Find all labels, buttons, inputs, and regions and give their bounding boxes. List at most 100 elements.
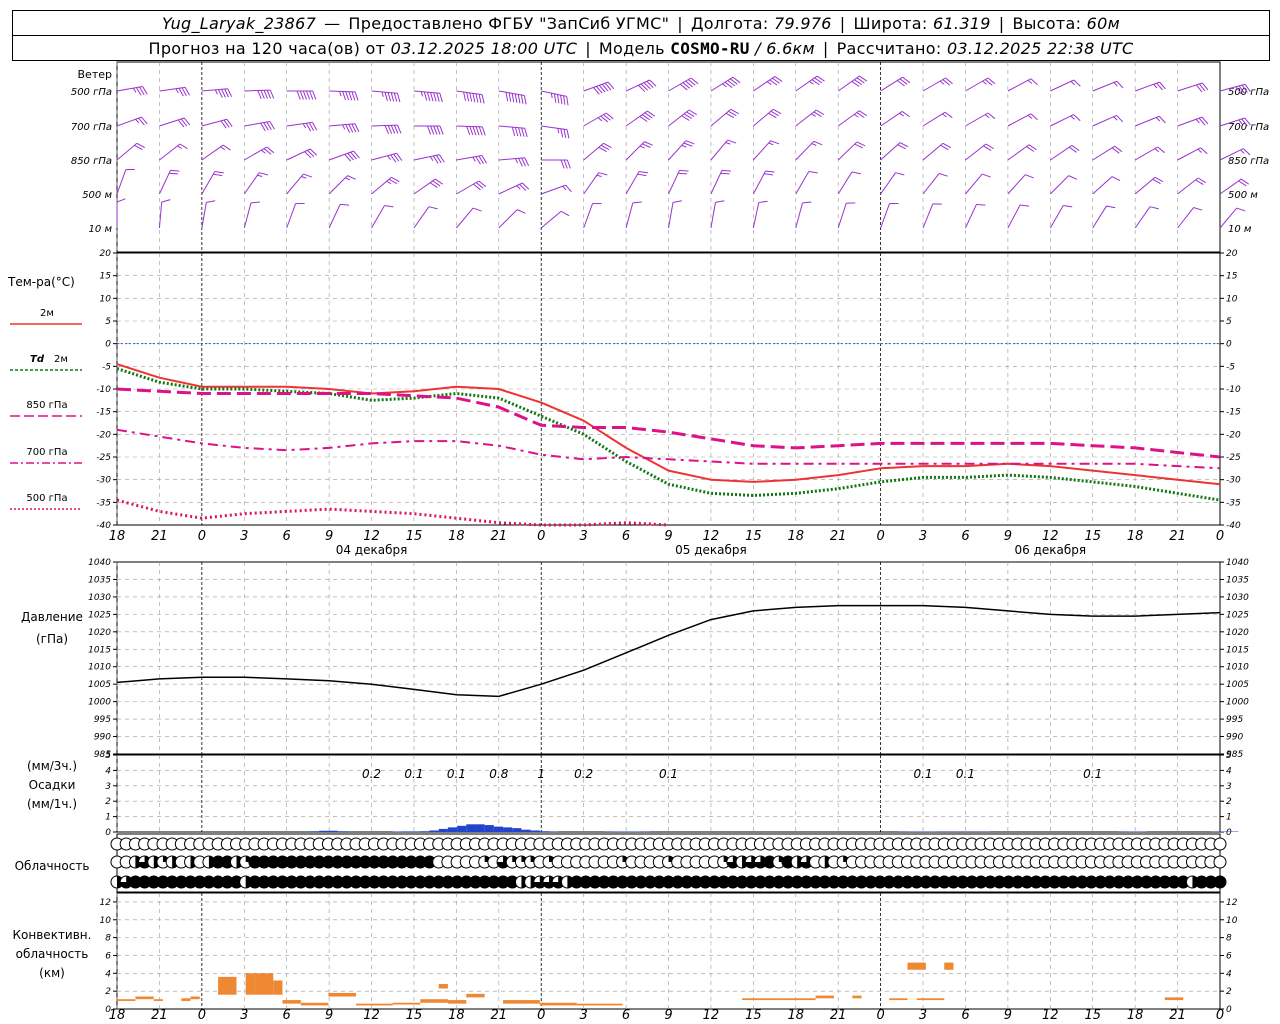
legend-t850: 850 гПа bbox=[26, 400, 67, 411]
pres-ytick-label: 1035 bbox=[1226, 575, 1249, 585]
wind-barb-flag bbox=[312, 90, 317, 100]
wind-barb-shaft bbox=[541, 125, 568, 131]
wind-barb-shaft bbox=[880, 111, 903, 127]
pres-ytick-label: 1010 bbox=[1226, 663, 1249, 673]
hour-label: 6 bbox=[283, 529, 291, 544]
wind-barb-shaft bbox=[1049, 205, 1064, 229]
wind-barb-shaft bbox=[1050, 145, 1073, 161]
wind-barb-flag bbox=[679, 169, 689, 172]
conv-cloud-bar bbox=[447, 1000, 467, 1004]
meteogram: Ветер 500 гПа 500 гПа 700 гПа 700 гПа 850 гПа… bbox=[7, 61, 1269, 1023]
wind-barb-flag bbox=[681, 144, 687, 148]
precip-bar bbox=[475, 824, 485, 832]
wind-barb-flag bbox=[393, 125, 399, 134]
wind-barb-shaft bbox=[752, 170, 766, 195]
hour-label: 0 bbox=[876, 529, 884, 544]
wind-barb-shaft bbox=[498, 209, 518, 229]
wind-barb-shaft bbox=[965, 204, 977, 229]
wind-barb-flag bbox=[390, 92, 395, 102]
wind-barb-shaft bbox=[371, 124, 398, 127]
wind-barb-shaft bbox=[1134, 146, 1158, 161]
wind-barb-flag bbox=[301, 176, 307, 179]
wind-barb-flag bbox=[347, 175, 356, 180]
conv-cloud-bar bbox=[539, 1002, 577, 1006]
wind-barb-flag bbox=[942, 113, 947, 118]
day-label: 05 декабря bbox=[675, 543, 747, 557]
conv-ytick-label: 2 bbox=[1226, 987, 1232, 997]
conv-hour-label: 3 bbox=[240, 1008, 248, 1023]
wind-barb-shaft bbox=[625, 171, 640, 195]
wind-barb-shaft bbox=[456, 207, 474, 229]
precip-bar bbox=[539, 831, 550, 832]
wind-barb-flag bbox=[135, 118, 140, 124]
wind-barb-shaft bbox=[201, 171, 216, 195]
wind-barb-flag bbox=[685, 140, 695, 145]
conv-ytick-label: 2 bbox=[105, 987, 111, 997]
prec-ytick-label: 5 bbox=[1226, 751, 1232, 761]
wind-barb-flag bbox=[938, 173, 948, 177]
temp-ytick-label: -15 bbox=[1226, 408, 1241, 418]
legend-t500: 500 гПа bbox=[26, 493, 67, 504]
conv-cloud-bar bbox=[778, 998, 816, 1001]
wind-barb-flag bbox=[514, 127, 519, 137]
wind-barb-flag bbox=[472, 156, 476, 162]
conv-ytick-label: 4 bbox=[1226, 969, 1232, 979]
wind-barb-flag bbox=[386, 180, 392, 185]
wind-barb-flag bbox=[381, 91, 384, 97]
wind-barb-shaft bbox=[1049, 175, 1070, 195]
wind-barb-shaft bbox=[159, 143, 181, 161]
precip-label: 0.1 bbox=[913, 767, 932, 781]
conv-cloud-bar bbox=[254, 973, 274, 995]
wind-barb-flag bbox=[436, 125, 441, 135]
precip-bar bbox=[512, 828, 522, 832]
wind-barb-shaft bbox=[116, 85, 143, 92]
conv-cloud-bar bbox=[420, 999, 448, 1003]
wind-barb-shaft bbox=[583, 203, 594, 229]
conv-cloud-bar bbox=[328, 992, 356, 997]
wind-barb-shaft bbox=[244, 89, 271, 92]
wind-barb-flag bbox=[302, 90, 307, 100]
wind-barb-flag bbox=[345, 177, 351, 181]
wind-barb-flag bbox=[305, 90, 311, 100]
wind-barb-flag bbox=[557, 128, 560, 134]
wind-barb-flag bbox=[169, 172, 179, 175]
pres-ytick-label: 990 bbox=[1226, 733, 1243, 743]
wind-barb-shaft bbox=[965, 173, 983, 195]
cloud-title: Облачность bbox=[15, 859, 90, 873]
conv-cloud-bar bbox=[815, 995, 834, 999]
hour-label: 0 bbox=[1216, 529, 1224, 544]
wind-barb-shaft bbox=[837, 203, 847, 229]
wind-barb-flag bbox=[566, 129, 570, 139]
temp-ytick-label: -5 bbox=[1226, 362, 1235, 372]
wind-level-label: 700 гПа bbox=[71, 122, 112, 133]
wind-barb-flag bbox=[393, 92, 398, 102]
temp-ytick-label: -25 bbox=[1226, 453, 1241, 463]
wind-barb-flag bbox=[505, 92, 509, 102]
wind-barb-shaft bbox=[752, 140, 772, 161]
conv-hour-label: 3 bbox=[580, 1008, 588, 1023]
precip-bar bbox=[401, 831, 412, 832]
wind-level-label: 10 м bbox=[1228, 224, 1252, 235]
wind-barb-flag bbox=[296, 90, 301, 100]
wind-barb-shaft bbox=[668, 170, 680, 195]
wind-barb-flag bbox=[1113, 82, 1118, 87]
hour-label: 6 bbox=[961, 529, 969, 544]
wind-barb-flag bbox=[303, 173, 313, 178]
wind-barb-flag bbox=[206, 200, 216, 203]
temp-ytick-label: -20 bbox=[96, 430, 111, 440]
wind-barb-flag bbox=[220, 146, 226, 151]
wind-barb-flag bbox=[566, 159, 571, 169]
hour-label: 18 bbox=[1127, 529, 1144, 544]
day-label: 04 декабря bbox=[336, 543, 408, 557]
wind-barb-flag bbox=[397, 124, 402, 134]
wind-barb-flag bbox=[309, 90, 314, 100]
wind-barb-flag bbox=[511, 127, 516, 136]
wind-barb-flag bbox=[348, 91, 353, 101]
wind-barb-flag bbox=[563, 159, 568, 169]
wind-barb-flag bbox=[637, 173, 647, 177]
wind-barb-shaft bbox=[1134, 115, 1160, 127]
cloud-symbol bbox=[1213, 837, 1227, 851]
temp-ytick-label: -20 bbox=[1226, 430, 1241, 440]
wind-barb-shaft bbox=[837, 75, 860, 92]
wind-barb-shaft bbox=[116, 169, 127, 195]
